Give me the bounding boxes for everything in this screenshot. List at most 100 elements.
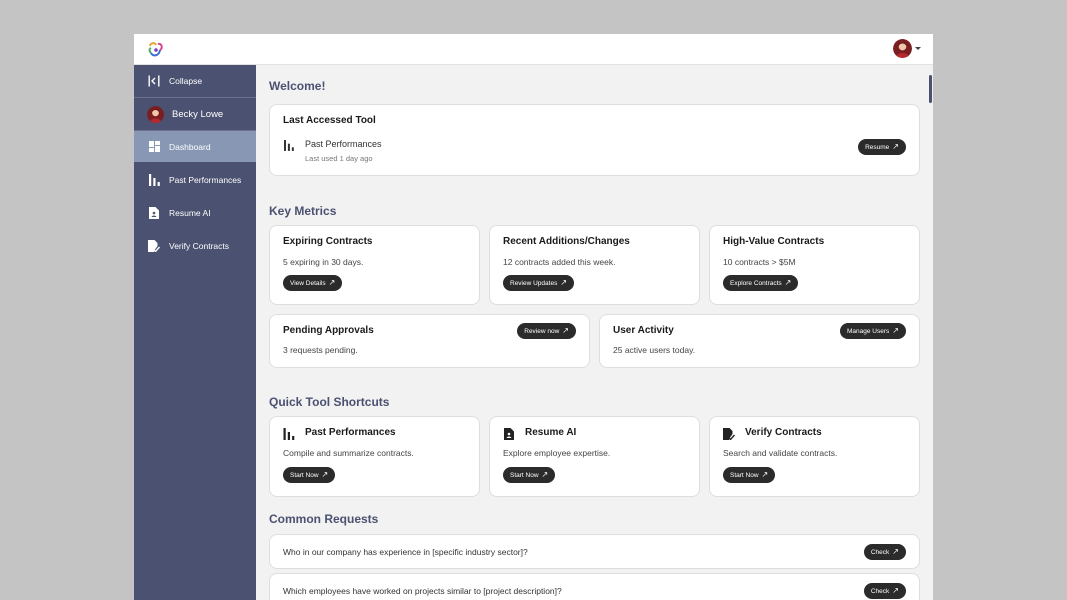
document-icon [148,206,160,219]
page-title: Welcome! [269,79,326,93]
last-accessed-card: Last Accessed Tool Past Performances Las… [269,104,920,176]
arrow-up-right-icon: ↗ [784,278,792,287]
review-updates-button[interactable]: Review Updates ↗ [503,275,575,291]
request-item: Who in our company has experience in [sp… [269,534,920,569]
quick-tools-heading: Quick Tool Shortcuts [269,395,390,409]
sidebar-item-label: Past Performances [169,174,242,185]
metric-card-recent: Recent Additions/Changes 12 contracts ad… [489,225,700,305]
arrow-up-right-icon: ↗ [892,142,899,151]
arrow-up-right-icon: ↗ [892,326,899,335]
review-now-button[interactable]: Review now ↗ [517,323,576,339]
button-label: Check [870,587,890,595]
sidebar-collapse[interactable]: Collapse [134,65,256,98]
card-title: High-Value Contracts [723,236,825,247]
button-label: Review now [524,327,560,335]
bar-chart-icon [283,428,295,440]
card-title: User Activity [613,325,674,336]
card-text: 3 requests pending. [283,345,358,355]
card-title: Last Accessed Tool [283,115,376,126]
check-button[interactable]: Check ↗ [863,583,906,599]
sidebar-item-label: Resume AI [169,207,211,218]
arrow-up-right-icon: ↗ [328,278,336,287]
sidebar-user[interactable]: Becky Lowe [134,98,256,131]
metric-card-user-activity: User Activity 25 active users today. Man… [599,314,920,368]
key-metrics-heading: Key Metrics [269,204,337,218]
card-text: Compile and summarize contracts. [283,448,414,458]
button-label: Start Now [730,471,759,479]
view-details-button[interactable]: View Details ↗ [283,275,343,291]
document-icon [504,428,514,440]
top-bar [134,34,933,65]
sidebar-item-verify-contracts[interactable]: Verify Contracts [134,230,256,261]
arrow-up-right-icon: ↗ [562,326,569,335]
explore-contracts-button[interactable]: Explore Contracts ↗ [723,275,799,291]
button-label: Start Now [290,471,319,479]
check-button[interactable]: Check ↗ [863,544,906,560]
arrow-up-right-icon: ↗ [560,278,568,287]
scrollbar[interactable] [929,75,932,103]
button-label: Resume [865,143,890,151]
sidebar-item-past-performances[interactable]: Past Performances [134,164,256,195]
colorful-logo-icon[interactable] [146,40,166,60]
sidebar-item-dashboard[interactable]: Dashboard [134,131,256,162]
card-text: 25 active users today. [613,345,696,355]
chevron-down-icon[interactable] [915,47,921,50]
last-tool-name[interactable]: Past Performances [305,139,382,149]
card-title: Past Performances [305,427,396,438]
card-text: 5 expiring in 30 days. [283,257,364,267]
request-text: Who in our company has experience in [sp… [283,547,528,557]
tool-card-verify-contracts[interactable]: Verify Contracts Search and validate con… [709,416,920,497]
sidebar-item-label: Dashboard [169,141,211,152]
button-label: Manage Users [847,327,890,335]
resume-button[interactable]: Resume ↗ [858,139,906,155]
arrow-up-right-icon: ↗ [892,547,899,556]
button-label: Start Now [510,471,539,479]
arrow-up-right-icon: ↗ [761,470,769,479]
sidebar-item-resume-ai[interactable]: Resume AI [134,197,256,228]
verify-document-icon [723,428,735,440]
card-title: Recent Additions/Changes [503,236,630,247]
request-item: Which employees have worked on projects … [269,573,920,600]
metric-card-high-value: High-Value Contracts 10 contracts > $5M … [709,225,920,305]
card-title: Pending Approvals [283,325,374,336]
user-menu[interactable] [893,39,921,58]
verify-document-icon [148,239,160,252]
card-text: Explore employee expertise. [503,448,611,458]
common-requests-heading: Common Requests [269,512,379,526]
card-text: 10 contracts > $5M [723,257,796,267]
metric-card-expiring: Expiring Contracts 5 expiring in 30 days… [269,225,480,305]
tool-card-past-performances[interactable]: Past Performances Compile and summarize … [269,416,480,497]
card-text: Search and validate contracts. [723,448,838,458]
user-avatar [147,105,164,123]
user-avatar[interactable] [893,39,912,58]
start-now-button[interactable]: Start Now ↗ [723,467,776,483]
arrow-up-right-icon: ↗ [892,586,899,595]
bar-chart-icon [148,173,160,186]
arrow-up-right-icon: ↗ [541,470,549,479]
sidebar-user-name: Becky Lowe [172,108,224,120]
metric-card-pending: Pending Approvals 3 requests pending. Re… [269,314,590,368]
start-now-button[interactable]: Start Now ↗ [503,467,556,483]
arrow-up-right-icon: ↗ [321,470,329,479]
request-text: Which employees have worked on projects … [283,586,562,596]
dashboard-icon [148,141,160,153]
sidebar: Collapse Becky Lowe Dashboard Past Perfo… [134,65,256,600]
card-title: Expiring Contracts [283,236,373,247]
main-content: Welcome! Last Accessed Tool Past Perform… [256,65,933,600]
last-used-text: Last used 1 day ago [305,154,373,163]
button-label: Review Updates [510,279,558,287]
start-now-button[interactable]: Start Now ↗ [283,467,336,483]
card-title: Verify Contracts [745,427,822,438]
button-label: View Details [290,279,326,287]
card-text: 12 contracts added this week. [503,257,616,267]
button-label: Explore Contracts [730,279,782,287]
sidebar-item-label: Verify Contracts [169,240,229,251]
button-label: Check [870,548,890,556]
sidebar-collapse-label: Collapse [169,76,203,86]
tool-card-resume-ai[interactable]: Resume AI Explore employee expertise. St… [489,416,700,497]
manage-users-button[interactable]: Manage Users ↗ [840,323,906,339]
collapse-icon [148,75,160,87]
bar-chart-icon [284,140,294,151]
card-title: Resume AI [525,427,577,438]
app-window: Collapse Becky Lowe Dashboard Past Perfo… [134,34,933,600]
